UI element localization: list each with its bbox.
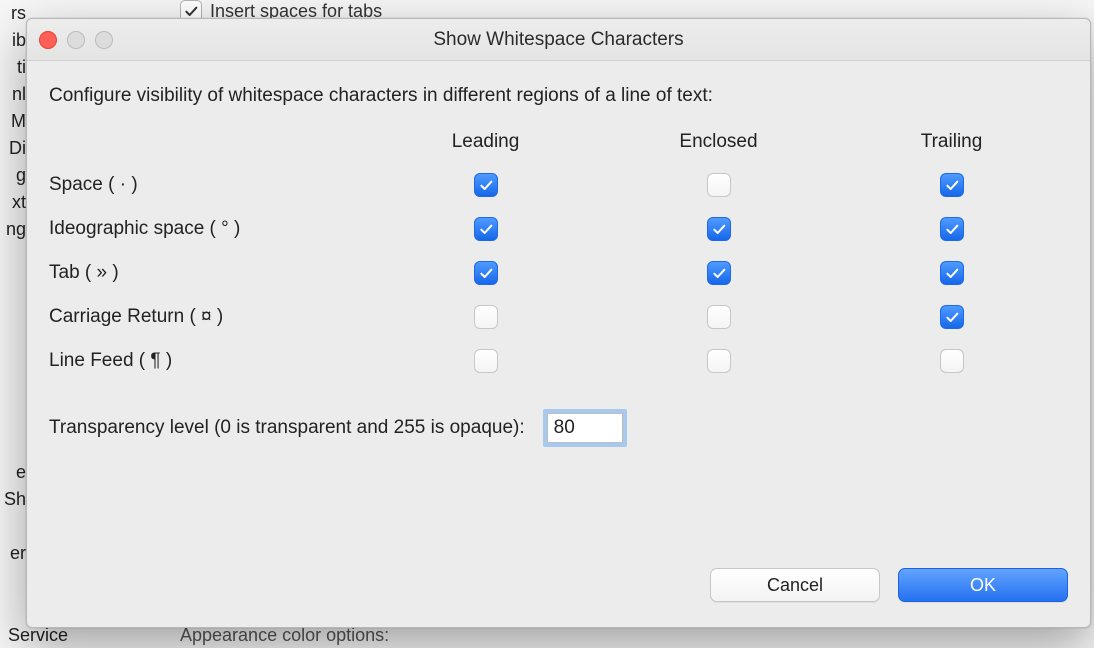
maximize-icon[interactable] [95, 31, 113, 49]
check-icon [711, 221, 727, 237]
checkbox-lf-trailing[interactable] [940, 349, 964, 373]
whitespace-dialog: Show Whitespace Characters Configure vis… [26, 18, 1091, 628]
sidebar-fragment: rs ib ti nl M Di g xt ng e Sh er [0, 0, 26, 648]
close-icon[interactable] [39, 31, 57, 49]
checkbox-tab-trailing[interactable] [940, 261, 964, 285]
check-icon [183, 3, 199, 19]
window-controls [39, 31, 113, 49]
checkbox-ideographic-leading[interactable] [474, 217, 498, 241]
checkbox-lf-enclosed[interactable] [707, 349, 731, 373]
bg-bottom-left-text: Service [8, 625, 68, 646]
row-label-cr: Carriage Return ( ¤ ) [49, 306, 369, 328]
ok-button[interactable]: OK [898, 568, 1068, 602]
check-icon [478, 265, 494, 281]
checkbox-space-enclosed[interactable] [707, 173, 731, 197]
check-icon [944, 265, 960, 281]
minimize-icon[interactable] [67, 31, 85, 49]
dialog-footer: Cancel OK [27, 557, 1090, 627]
checkbox-space-trailing[interactable] [940, 173, 964, 197]
row-label-lf: Line Feed ( ¶ ) [49, 350, 369, 372]
transparency-row: Transparency level (0 is transparent and… [49, 409, 1068, 447]
row-label-space: Space ( · ) [49, 174, 369, 196]
row-label-ideographic: Ideographic space ( ° ) [49, 218, 369, 240]
checkbox-cr-enclosed[interactable] [707, 305, 731, 329]
col-header-leading: Leading [369, 131, 602, 153]
row-label-tab: Tab ( » ) [49, 262, 369, 284]
cancel-button[interactable]: Cancel [710, 568, 880, 602]
check-icon [944, 221, 960, 237]
col-header-enclosed: Enclosed [602, 131, 835, 153]
checkbox-tab-leading[interactable] [474, 261, 498, 285]
checkbox-ideographic-enclosed[interactable] [707, 217, 731, 241]
check-icon [711, 265, 727, 281]
whitespace-grid: Leading Enclosed Trailing Space ( · ) Id… [49, 131, 1068, 373]
check-icon [944, 309, 960, 325]
check-icon [944, 177, 960, 193]
checkbox-lf-leading[interactable] [474, 349, 498, 373]
dialog-description: Configure visibility of whitespace chara… [49, 85, 1068, 107]
col-header-trailing: Trailing [835, 131, 1068, 153]
checkbox-tab-enclosed[interactable] [707, 261, 731, 285]
dialog-titlebar: Show Whitespace Characters [27, 19, 1090, 61]
transparency-input[interactable] [547, 413, 623, 443]
checkbox-cr-leading[interactable] [474, 305, 498, 329]
checkbox-ideographic-trailing[interactable] [940, 217, 964, 241]
check-icon [478, 221, 494, 237]
checkbox-cr-trailing[interactable] [940, 305, 964, 329]
check-icon [478, 177, 494, 193]
transparency-input-focus-ring [543, 409, 627, 447]
bg-bottom-mid-text: Appearance color options: [180, 625, 389, 646]
dialog-content: Configure visibility of whitespace chara… [27, 61, 1090, 557]
dialog-title: Show Whitespace Characters [433, 29, 683, 51]
checkbox-space-leading[interactable] [474, 173, 498, 197]
transparency-label: Transparency level (0 is transparent and… [49, 417, 525, 439]
